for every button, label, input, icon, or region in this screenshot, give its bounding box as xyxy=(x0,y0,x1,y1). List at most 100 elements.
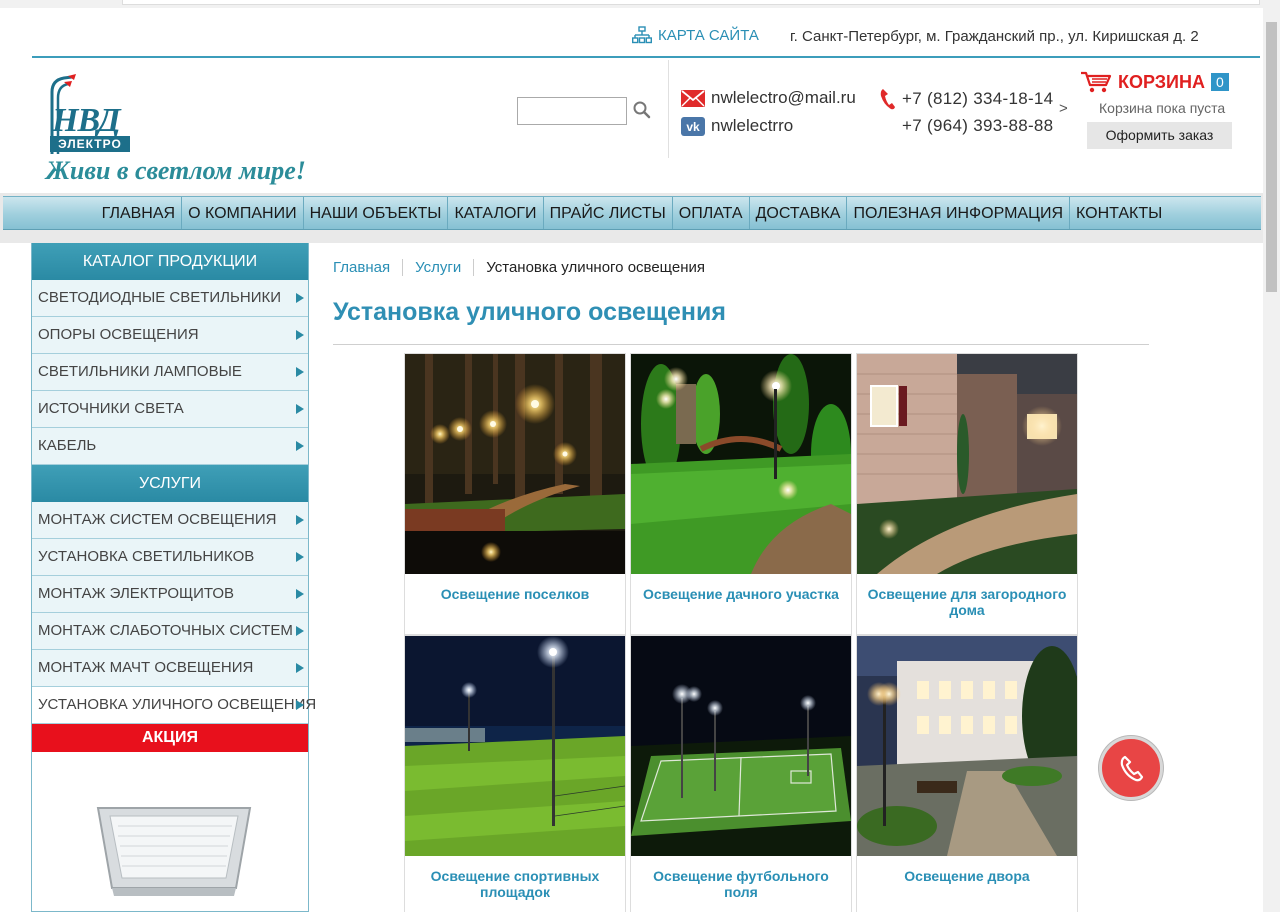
card-caption: Освещение поселков xyxy=(440,586,590,602)
sitemap-label: КАРТА САЙТА xyxy=(658,26,759,44)
promo-heading: АКЦИЯ xyxy=(32,724,308,752)
country-house-lighting-image xyxy=(857,354,1077,574)
svg-text:vk: vk xyxy=(686,120,700,134)
phone-number-2[interactable]: +7 (964) 393-88-88 xyxy=(902,116,1053,136)
nav-item-catalogs[interactable]: КАТАЛОГИ xyxy=(448,197,544,229)
card-caption: Освещение футбольного поля xyxy=(653,868,829,900)
expand-arrow-icon xyxy=(296,293,304,303)
sidebar-item-label: МОНТАЖ МАЧТ ОСВЕЩЕНИЯ xyxy=(38,659,254,676)
service-card-country-house[interactable]: Освещение для загородного дома xyxy=(856,353,1078,635)
nav-item-prices[interactable]: ПРАЙС ЛИСТЫ xyxy=(544,197,673,229)
service-card-yard[interactable]: Освещение двора xyxy=(856,635,1078,912)
header-divider xyxy=(32,56,1260,58)
nav-item-delivery[interactable]: ДОСТАВКА xyxy=(750,197,848,229)
mail-icon xyxy=(681,89,705,107)
service-card-dacha[interactable]: Освещение дачного участка xyxy=(630,353,852,635)
sidebar-item-low-current[interactable]: МОНТАЖ СЛАБОТОЧНЫХ СИСТЕМ xyxy=(32,613,308,650)
service-card-football[interactable]: Освещение футбольного поля xyxy=(630,635,852,912)
expand-arrow-icon xyxy=(296,663,304,673)
title-divider xyxy=(333,344,1149,345)
expand-arrow-icon xyxy=(296,700,304,710)
card-caption: Освещение для загородного дома xyxy=(867,586,1067,618)
breadcrumb-home[interactable]: Главная xyxy=(333,259,402,276)
logo-slogan: Живи в светлом мире! xyxy=(46,156,306,185)
search-input[interactable] xyxy=(517,97,627,125)
sidebar-item-lamp-fixtures[interactable]: СВЕТИЛЬНИКИ ЛАМПОВЫЕ xyxy=(32,354,308,391)
sidebar-item-label: ОПОРЫ ОСВЕЩЕНИЯ xyxy=(38,326,199,343)
sitemap-icon xyxy=(632,26,652,44)
site-logo[interactable]: НВД ЭЛЕКТРО Живи в светлом мире! xyxy=(44,72,344,192)
sidebar-item-label: МОНТАЖ СИСТЕМ ОСВЕЩЕНИЯ xyxy=(38,511,277,528)
sidebar-item-label: КАБЕЛЬ xyxy=(38,437,97,454)
services-heading: УСЛУГИ xyxy=(32,465,308,502)
service-card-village[interactable]: Освещение поселков xyxy=(404,353,626,635)
expand-arrow-icon xyxy=(296,404,304,414)
sidebar-item-label: МОНТАЖ СЛАБОТОЧНЫХ СИСТЕМ xyxy=(38,622,293,639)
cart-title: КОРЗИНА xyxy=(1118,71,1205,92)
sidebar-item-label: СВЕТОДИОДНЫЕ СВЕТИЛЬНИКИ xyxy=(38,289,281,306)
cart-icon xyxy=(1081,71,1112,93)
sidebar-item-led-lights[interactable]: СВЕТОДИОДНЫЕ СВЕТИЛЬНИКИ xyxy=(32,280,308,317)
expand-arrow-icon xyxy=(296,552,304,562)
service-card-sports[interactable]: Освещение спортивных площадок xyxy=(404,635,626,912)
expand-arrow-icon xyxy=(296,367,304,377)
cart-status: Корзина пока пуста xyxy=(1099,100,1226,116)
promo-product[interactable] xyxy=(32,752,308,912)
nav-item-payment[interactable]: ОПЛАТА xyxy=(673,197,750,229)
checkout-button[interactable]: Оформить заказ xyxy=(1087,122,1232,149)
sidebar-item-lighting-systems[interactable]: МОНТАЖ СИСТЕМ ОСВЕЩЕНИЯ xyxy=(32,502,308,539)
card-caption: Освещение спортивных площадок xyxy=(430,868,600,900)
cart-count-badge: 0 xyxy=(1210,73,1229,91)
sidebar-item-light-sources[interactable]: ИСТОЧНИКИ СВЕТА xyxy=(32,391,308,428)
sidebar-item-label: УСТАНОВКА СВЕТИЛЬНИКОВ xyxy=(38,548,255,565)
sidebar-item-label: УСТАНОВКА УЛИЧНОГО ОСВЕЩЕНИЯ xyxy=(38,696,317,713)
vk-icon: vk xyxy=(681,116,705,136)
yard-lighting-image xyxy=(857,636,1077,856)
logo-subtext: ЭЛЕКТРО xyxy=(50,136,130,152)
sidebar-item-street-lighting[interactable]: УСТАНОВКА УЛИЧНОГО ОСВЕЩЕНИЯ xyxy=(32,687,316,724)
callback-button[interactable] xyxy=(1099,736,1163,800)
main-nav-wrapper: ГЛАВНАЯ О КОМПАНИИ НАШИ ОБЪЕКТЫ КАТАЛОГИ… xyxy=(0,193,1263,243)
promo-panel-light-image xyxy=(96,807,252,896)
more-phones-arrow[interactable]: > xyxy=(1059,100,1068,117)
nav-item-about[interactable]: О КОМПАНИИ xyxy=(182,197,304,229)
logo-text: НВД xyxy=(52,102,121,139)
sports-ground-lighting-image xyxy=(405,636,625,856)
nav-item-contacts[interactable]: КОНТАКТЫ xyxy=(1070,197,1168,229)
sidebar-item-label: МОНТАЖ ЭЛЕКТРОЩИТОВ xyxy=(38,585,235,602)
vk-link[interactable]: vk nwlelectrro xyxy=(681,116,793,136)
sidebar-item-cable[interactable]: КАБЕЛЬ xyxy=(32,428,308,465)
sidebar-item-poles[interactable]: ОПОРЫ ОСВЕЩЕНИЯ xyxy=(32,317,308,354)
phone-icon xyxy=(880,89,895,110)
address-text: г. Санкт-Петербург, м. Гражданский пр., … xyxy=(790,28,1199,45)
page-scrollbar[interactable] xyxy=(1263,8,1280,912)
browser-bar xyxy=(122,0,1260,5)
nav-item-projects[interactable]: НАШИ ОБЪЕКТЫ xyxy=(304,197,449,229)
sidebar-item-masts[interactable]: МОНТАЖ МАЧТ ОСВЕЩЕНИЯ xyxy=(32,650,308,687)
page-title: Установка уличного освещения xyxy=(333,298,726,326)
email-link[interactable]: nwlelectro@mail.ru xyxy=(681,88,856,108)
football-field-lighting-image xyxy=(631,636,851,856)
main-nav: ГЛАВНАЯ О КОМПАНИИ НАШИ ОБЪЕКТЫ КАТАЛОГИ… xyxy=(3,196,1261,230)
phone-number-1[interactable]: +7 (812) 334-18-14 xyxy=(902,89,1053,109)
header-vertical-divider xyxy=(668,60,669,158)
cart-link[interactable]: КОРЗИНА 0 xyxy=(1080,70,1229,94)
breadcrumb: Главная Услуги Установка уличного освеще… xyxy=(333,259,717,276)
scrollbar-thumb[interactable] xyxy=(1266,22,1277,292)
breadcrumb-services[interactable]: Услуги xyxy=(402,259,473,276)
phone-icon xyxy=(1120,755,1144,782)
catalog-heading: КАТАЛОГ ПРОДУКЦИИ xyxy=(32,243,308,280)
browser-top-strip xyxy=(0,0,1280,8)
expand-arrow-icon xyxy=(296,330,304,340)
sidebar-item-fixture-installation[interactable]: УСТАНОВКА СВЕТИЛЬНИКОВ xyxy=(32,539,308,576)
vk-text: nwlelectrro xyxy=(711,116,794,135)
expand-arrow-icon xyxy=(296,441,304,451)
nav-item-home[interactable]: ГЛАВНАЯ xyxy=(96,197,183,229)
nav-item-useful-info[interactable]: ПОЛЕЗНАЯ ИНФОРМАЦИЯ xyxy=(847,197,1070,229)
sidebar: КАТАЛОГ ПРОДУКЦИИ СВЕТОДИОДНЫЕ СВЕТИЛЬНИ… xyxy=(31,243,316,912)
sitemap-link[interactable]: КАРТА САЙТА xyxy=(632,26,759,44)
garden-lighting-image xyxy=(631,354,851,574)
sidebar-item-switchboards[interactable]: МОНТАЖ ЭЛЕКТРОЩИТОВ xyxy=(32,576,308,613)
expand-arrow-icon xyxy=(296,515,304,525)
search-icon[interactable] xyxy=(632,100,652,120)
